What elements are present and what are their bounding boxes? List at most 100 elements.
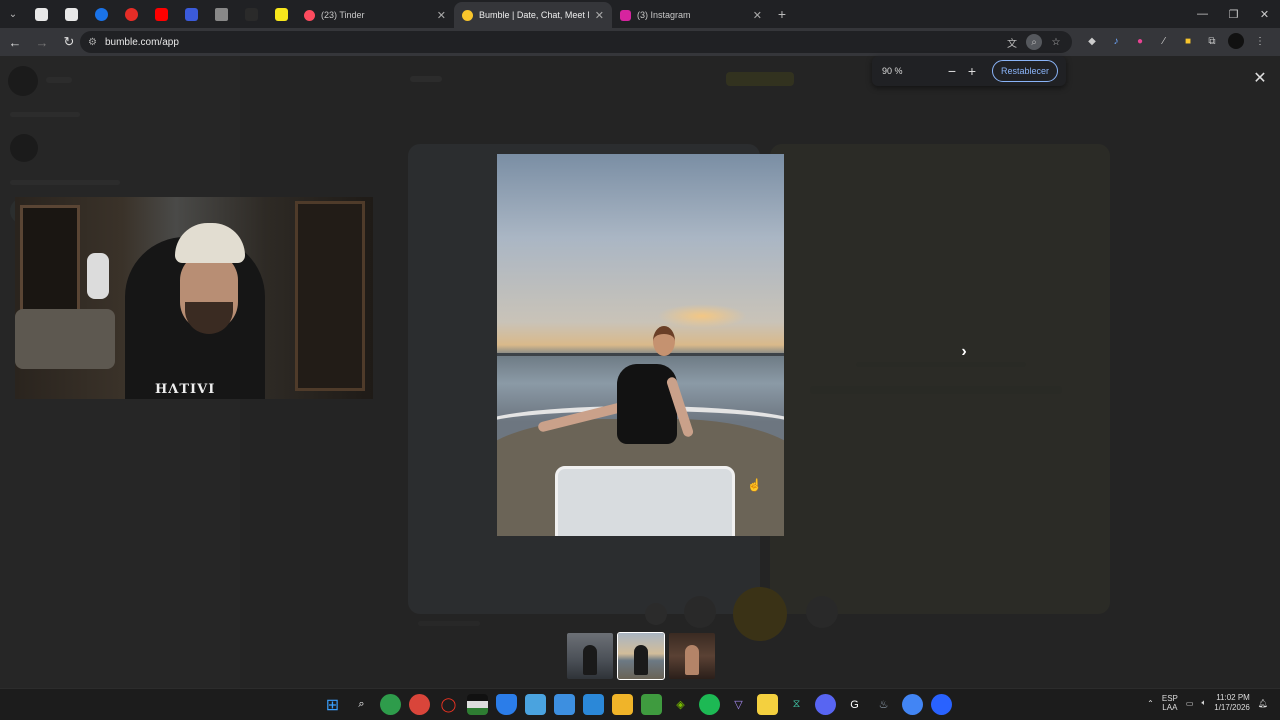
profile-avatar-icon[interactable] (1228, 33, 1244, 49)
language-code: ESP (1161, 694, 1178, 703)
thumbnail-2-selected[interactable] (617, 632, 665, 680)
c-logo-icon (94, 7, 108, 21)
tab-search-chevron-icon[interactable]: ⌄ (0, 3, 26, 25)
pinned-tab-7[interactable] (206, 2, 236, 26)
zoom-out-button[interactable]: − (942, 63, 962, 79)
clock[interactable]: 11:02 PM 1/17/2026 (1214, 693, 1250, 713)
zoom-reset-button[interactable]: Restablecer (992, 60, 1059, 82)
tab-bumble[interactable]: Bumble | Date, Chat, Meet New ✕ (454, 2, 612, 28)
close-tab-icon[interactable]: ✕ (753, 9, 762, 22)
windows-start-icon[interactable]: ⊞ (322, 694, 343, 715)
windows-taskbar: ⊞ ⌕ ◯ ◈ ▽ ⧖ G ♨ ⌃ ESP LAA ▭ 🔈︎ 11:02 PM … (0, 688, 1280, 720)
pinned-tab-5[interactable] (146, 2, 176, 26)
pinned-tab-9[interactable] (266, 2, 296, 26)
restore-icon[interactable]: ❐ (1218, 0, 1249, 28)
next-photo-chevron-icon[interactable]: › (956, 342, 972, 362)
site-info-icon[interactable]: ⚙ (88, 37, 97, 48)
omnibox-actions: 文 ⌕ ☆ (1004, 34, 1064, 50)
pinned-tab-1[interactable] (26, 2, 56, 26)
flag-app-icon[interactable] (467, 694, 488, 715)
tab-tinder[interactable]: (23) Tinder ✕ (296, 2, 454, 28)
chrome-active-icon[interactable] (902, 694, 923, 715)
pinned-tab-3[interactable] (86, 2, 116, 26)
notification-bell-icon[interactable]: 🔔︎ (1258, 699, 1268, 708)
instagram-icon (620, 9, 631, 21)
new-tab-button[interactable]: + (770, 6, 794, 22)
tab-instagram[interactable]: (3) Instagram ✕ (612, 2, 770, 28)
close-tab-icon[interactable]: ✕ (595, 9, 604, 22)
tray-chevron-icon[interactable]: ⌃ (1147, 699, 1154, 708)
app-yellow-icon[interactable] (757, 694, 778, 715)
file-explorer-icon[interactable] (612, 694, 633, 715)
pinned-tab-6[interactable] (176, 2, 206, 26)
thumbnail-figure (634, 645, 648, 675)
store-app-icon[interactable] (583, 694, 604, 715)
volume-icon[interactable]: 🔈︎ (1201, 698, 1206, 708)
opera-icon[interactable]: ◯ (438, 694, 459, 715)
window-controls: — ❐ ✕ (1187, 0, 1280, 28)
webcam-sofa (15, 309, 115, 369)
browser-menu-icon[interactable]: ⋮ (1252, 33, 1268, 49)
chrome-red-icon[interactable] (409, 694, 430, 715)
close-window-icon[interactable]: ✕ (1249, 0, 1280, 28)
tab-title: Bumble | Date, Chat, Meet New (479, 10, 589, 20)
vpn-icon[interactable]: ▽ (728, 694, 749, 715)
zoom-popup: 90 % − + Restablecer (872, 56, 1066, 86)
excel-like-icon[interactable] (641, 694, 662, 715)
spotify-icon[interactable] (699, 694, 720, 715)
network-icon[interactable]: ▭ (1186, 699, 1194, 708)
app-blue-icon[interactable] (931, 694, 952, 715)
search-icon[interactable]: ⌕ (351, 694, 372, 715)
thumbnail-1[interactable] (567, 633, 613, 679)
red-logo-icon (124, 7, 138, 21)
zoom-icon[interactable]: ⌕ (1026, 34, 1042, 50)
extension-diamond-icon[interactable]: ◆ (1084, 33, 1100, 49)
photo-person-head (653, 326, 675, 356)
doc-icon (34, 7, 48, 21)
close-tab-icon[interactable]: ✕ (437, 9, 446, 22)
tab-title: (3) Instagram (637, 10, 691, 20)
photos-app-icon[interactable] (554, 694, 575, 715)
webcam-figurine (87, 253, 109, 299)
g-app-icon[interactable]: G (844, 694, 865, 715)
photo-sunset (657, 304, 747, 328)
close-viewer-button[interactable]: ✕ (1250, 68, 1270, 88)
bookmark-star-icon[interactable]: ☆ (1048, 34, 1064, 50)
pinned-tab-2[interactable] (56, 2, 86, 26)
steam-icon[interactable]: ♨ (873, 694, 894, 715)
webcam-shirt-print: HΛTIVI (155, 382, 216, 397)
pinned-tab-4[interactable] (116, 2, 146, 26)
nvidia-icon[interactable]: ◈ (670, 694, 691, 715)
url-text: bumble.com/app (104, 36, 179, 48)
extension-yellow-icon[interactable]: ■ (1180, 33, 1196, 49)
address-bar[interactable]: ⚙ bumble.com/app 文 ⌕ ☆ (80, 31, 1072, 53)
weather-app-icon[interactable] (525, 694, 546, 715)
extensions-bar: ◆ ♪ ● ⁄ ■ ⧉ ⋮ (1084, 33, 1268, 49)
webcam-cap (175, 223, 245, 263)
webcam-overlay: HΛTIVI (15, 197, 373, 399)
language-layout: LAA (1162, 703, 1178, 712)
back-arrow-icon[interactable]: ← (3, 30, 27, 54)
forward-arrow-icon[interactable]: → (30, 30, 54, 54)
capcut-icon[interactable]: ⧖ (786, 694, 807, 715)
zoom-level: 90 % (882, 66, 903, 76)
photo-person-dress (617, 364, 677, 444)
language-indicator[interactable]: ESP LAA (1162, 694, 1178, 712)
extensions-puzzle-icon[interactable]: ⧉ (1204, 33, 1220, 49)
s-logo-icon (274, 7, 288, 21)
photo-thumbnails (567, 632, 715, 680)
defender-shield-icon[interactable] (496, 694, 517, 715)
minimize-icon[interactable]: — (1187, 0, 1218, 28)
thumbnail-3[interactable] (669, 633, 715, 679)
pinned-tab-8[interactable] (236, 2, 266, 26)
translate-icon[interactable]: 文 (1004, 34, 1020, 50)
chrome-green-icon[interactable] (380, 694, 401, 715)
extension-sound-icon[interactable]: ♪ (1108, 33, 1124, 49)
profile-photo-large[interactable] (497, 154, 784, 536)
discord-icon[interactable] (815, 694, 836, 715)
extension-slash-icon[interactable]: ⁄ (1156, 33, 1172, 49)
zoom-in-button[interactable]: + (962, 63, 982, 79)
system-tray: ⌃ ESP LAA ▭ 🔈︎ 11:02 PM 1/17/2026 🔔︎ (1147, 693, 1268, 713)
reload-icon[interactable]: ↻ (57, 30, 81, 54)
extension-pink-icon[interactable]: ● (1132, 33, 1148, 49)
